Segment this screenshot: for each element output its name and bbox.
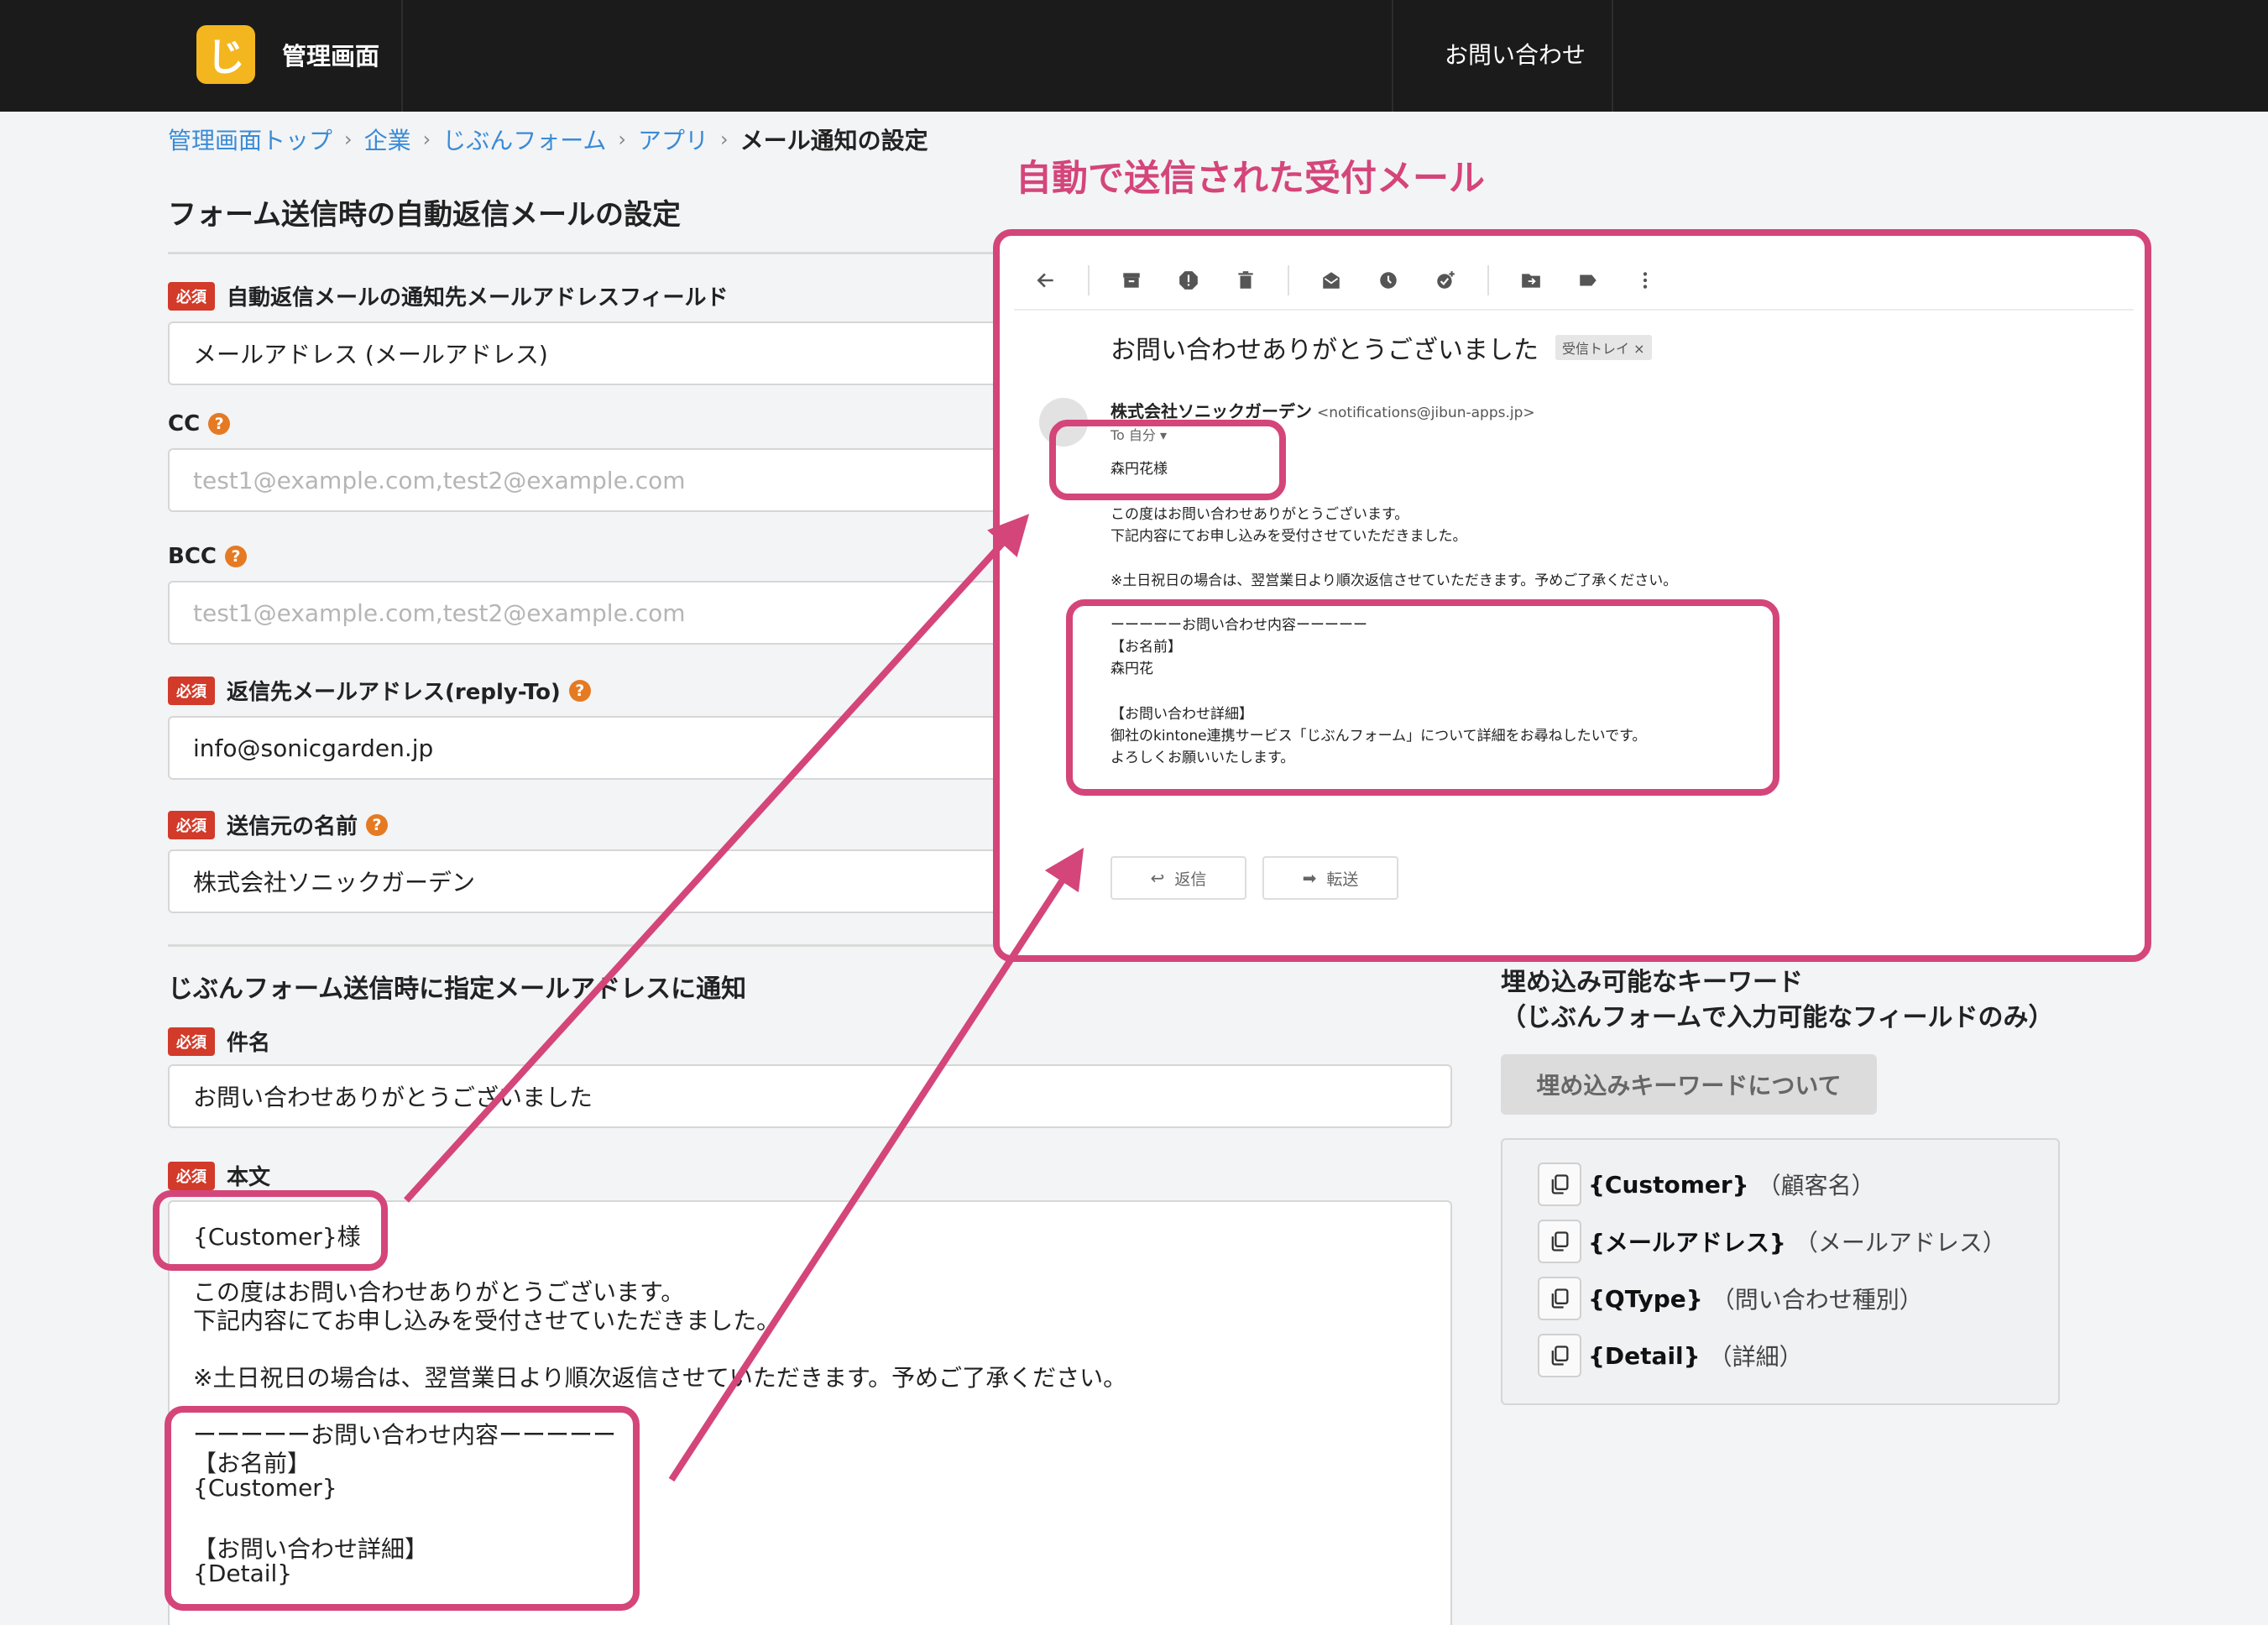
header-divider: [401, 0, 403, 112]
sender-name-label-text: 送信元の名前: [227, 814, 358, 839]
help-icon[interactable]: ?: [224, 546, 247, 567]
email-subject: お問い合わせありがとうございました 受信トレイ ×: [1110, 329, 1652, 366]
cc-label: CC ?: [168, 411, 231, 436]
forward-icon: ➡: [1302, 868, 1317, 888]
more-icon[interactable]: [1630, 265, 1660, 295]
details-highlight-box: [165, 1406, 640, 1611]
keyword-token: {QType}: [1588, 1284, 1703, 1313]
required-badge: 必須: [168, 1161, 215, 1190]
required-badge: 必須: [168, 676, 215, 705]
content-highlight-box: [1066, 599, 1779, 796]
required-badge: 必須: [168, 810, 215, 839]
mark-unread-icon[interactable]: [1316, 265, 1346, 295]
required-badge: 必須: [168, 281, 215, 311]
breadcrumb: 管理画面トップ › 企業 › じぶんフォーム › アプリ › メール通知の設定: [168, 123, 928, 156]
keyword-token: {Detail}: [1588, 1341, 1701, 1370]
keyword-desc: （詳細）: [1708, 1343, 1803, 1371]
keyword-item: {QType} （問い合わせ種別）: [1538, 1277, 1923, 1320]
notify-section-title: じぶんフォーム送信時に指定メールアドレスに通知: [168, 974, 747, 1004]
keywords-title-line1: 埋め込み可能なキーワード: [1501, 968, 1803, 997]
copy-icon[interactable]: [1538, 1163, 1581, 1206]
reply-to-label: 必須 返信先メールアドレス(reply-To) ?: [168, 675, 591, 706]
body-line: ※土日祝日の場合は、翌営業日より順次返信させていただきます。予めご了承ください。: [193, 1364, 1127, 1392]
label-icon[interactable]: [1573, 265, 1603, 295]
forward-button[interactable]: ➡ 転送: [1262, 856, 1398, 900]
reply-button[interactable]: ↩ 返信: [1110, 856, 1246, 900]
breadcrumb-jibun-form[interactable]: じぶんフォーム: [442, 123, 606, 156]
help-icon[interactable]: ?: [568, 679, 591, 702]
bcc-label-text: BCC: [168, 544, 217, 569]
help-icon[interactable]: ?: [208, 413, 231, 435]
required-badge: 必須: [168, 1027, 215, 1056]
auto-reply-section-title: フォーム送信時の自動返信メールの設定: [168, 198, 681, 232]
app-title[interactable]: 管理画面: [282, 37, 379, 72]
to-field-label-text: 自動返信メールの通知先メールアドレスフィールド: [227, 285, 729, 311]
keyword-token: {Customer}: [1588, 1170, 1749, 1199]
sender-address: <notifications@jibun-apps.jp>: [1317, 405, 1535, 421]
toolbar-separator: [1487, 265, 1489, 295]
move-to-icon[interactable]: [1516, 265, 1546, 295]
annotation-title: 自動で送信された受付メール: [1016, 158, 1485, 200]
cc-label-text: CC: [168, 411, 201, 436]
toolbar-separator: [1288, 265, 1289, 295]
header-divider: [1612, 0, 1613, 112]
copy-icon[interactable]: [1538, 1334, 1581, 1377]
to-field-label: 必須 自動返信メールの通知先メールアドレスフィールド: [168, 280, 728, 311]
reply-icon: ↩: [1150, 868, 1165, 888]
keyword-token: {メールアドレス}: [1588, 1229, 1786, 1257]
breadcrumb-admin-top[interactable]: 管理画面トップ: [168, 123, 332, 156]
body-label: 必須 本文: [168, 1160, 270, 1191]
subject-label-text: 件名: [227, 1031, 271, 1056]
breadcrumb-app[interactable]: アプリ: [638, 123, 708, 156]
breadcrumb-separator: ›: [618, 128, 627, 151]
email-sender: 株式会社ソニックガーデン <notifications@jibun-apps.jp…: [1110, 398, 1535, 422]
email-body-line: ※土日祝日の場合は、翌営業日より順次返信させていただきます。予めご了承ください。: [1110, 572, 1678, 589]
snooze-icon[interactable]: [1373, 265, 1403, 295]
copy-icon[interactable]: [1538, 1220, 1581, 1263]
reply-to-label-text: 返信先メールアドレス(reply-To): [227, 680, 561, 705]
top-header: じ 管理画面 お問い合わせ: [0, 0, 2268, 112]
keyword-desc: （問い合わせ種別）: [1711, 1286, 1923, 1314]
keyword-item: {Detail} （詳細）: [1538, 1334, 1803, 1377]
about-keywords-button[interactable]: 埋め込みキーワードについて: [1501, 1054, 1877, 1115]
archive-icon[interactable]: [1116, 265, 1147, 295]
sender-name: 株式会社ソニックガーデン: [1110, 401, 1312, 421]
email-body-line: 下記内容にてお申し込みを受付させていただきました。: [1110, 528, 1467, 545]
body-label-text: 本文: [227, 1165, 271, 1190]
breadcrumb-company[interactable]: 企業: [364, 123, 411, 156]
keyword-desc: （顧客名）: [1757, 1172, 1875, 1199]
bcc-label: BCC ?: [168, 544, 247, 569]
keyword-desc: （メールアドレス）: [1794, 1229, 2006, 1257]
email-subject-text: お問い合わせありがとうございました: [1110, 336, 1539, 365]
breadcrumb-separator: ›: [344, 128, 353, 151]
recipient-highlight-box: [1049, 420, 1286, 500]
email-body-line: この度はお問い合わせありがとうございます。: [1110, 506, 1409, 523]
subject-label: 必須 件名: [168, 1026, 270, 1057]
copy-icon[interactable]: [1538, 1277, 1581, 1320]
email-toolbar: [1014, 252, 2134, 311]
reply-button-label: 返信: [1174, 870, 1207, 889]
forward-button-label: 転送: [1326, 870, 1359, 889]
toolbar-separator: [1088, 265, 1090, 295]
body-line: 下記内容にてお申し込みを受付させていただきました。: [193, 1307, 781, 1335]
breadcrumb-current: メール通知の設定: [739, 127, 928, 154]
back-arrow-icon[interactable]: [1031, 265, 1061, 295]
keywords-title-line2: （じぶんフォームで入力可能なフィールドのみ）: [1501, 1003, 2054, 1032]
customer-highlight-box: [153, 1190, 388, 1271]
sender-name-label: 必須 送信元の名前 ?: [168, 809, 389, 840]
app-logo-icon[interactable]: じ: [196, 25, 255, 84]
keyword-item: {メールアドレス} （メールアドレス）: [1538, 1220, 2006, 1263]
help-icon[interactable]: ?: [366, 813, 389, 836]
breadcrumb-separator: ›: [422, 128, 431, 151]
report-spam-icon[interactable]: [1173, 265, 1204, 295]
contact-link[interactable]: お問い合わせ: [1393, 37, 1637, 71]
breadcrumb-separator: ›: [720, 128, 729, 151]
add-task-icon[interactable]: [1430, 265, 1461, 295]
inbox-label-tag[interactable]: 受信トレイ ×: [1555, 335, 1652, 360]
delete-icon[interactable]: [1231, 265, 1261, 295]
keywords-title: 埋め込み可能なキーワード （じぶんフォームで入力可能なフィールドのみ）: [1501, 965, 2054, 1036]
keyword-item: {Customer} （顧客名）: [1538, 1163, 1875, 1206]
subject-input[interactable]: お問い合わせありがとうございました: [168, 1064, 1452, 1128]
